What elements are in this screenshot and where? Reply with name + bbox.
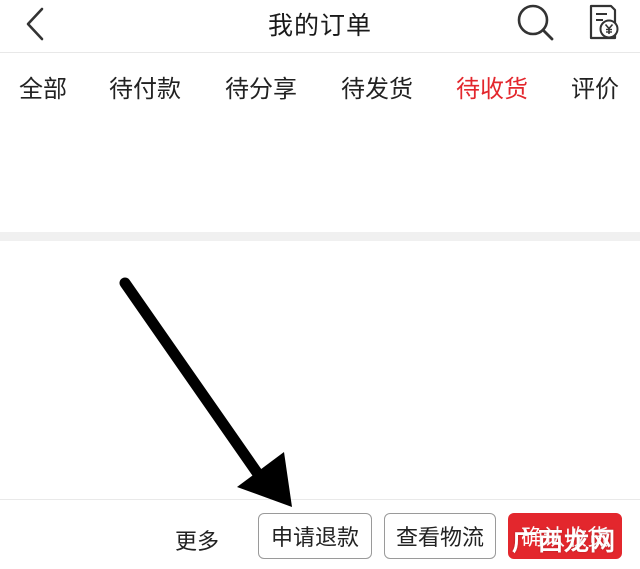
search-button[interactable] (514, 1, 556, 43)
tab-pending-payment[interactable]: 待付款 (109, 69, 181, 104)
section-divider (0, 232, 640, 241)
tab-pending-shipment[interactable]: 待发货 (341, 69, 413, 104)
watermark-logo: 广西龙网 (512, 527, 617, 556)
tab-pending-receipt[interactable]: 待收货 (456, 69, 528, 104)
more-button[interactable]: 更多 (175, 524, 219, 556)
search-icon (517, 4, 554, 41)
tab-all[interactable]: 全部 (19, 69, 67, 104)
bill-button[interactable] (583, 2, 623, 42)
order-card-area (0, 435, 640, 499)
view-logistics-button[interactable]: 查看物流 (384, 513, 496, 559)
tab-review[interactable]: 评价 (571, 69, 619, 104)
request-refund-button[interactable]: 申请退款 (258, 513, 372, 559)
order-card-top (0, 117, 640, 232)
tab-pending-share[interactable]: 待分享 (225, 69, 297, 104)
order-card (0, 241, 640, 435)
top-navigation-bar: 我的订单 (0, 0, 640, 53)
receipt-yen-icon (589, 4, 619, 40)
order-status-tabs: 全部 待付款 待分享 待发货 待收货 评价 (0, 53, 640, 117)
